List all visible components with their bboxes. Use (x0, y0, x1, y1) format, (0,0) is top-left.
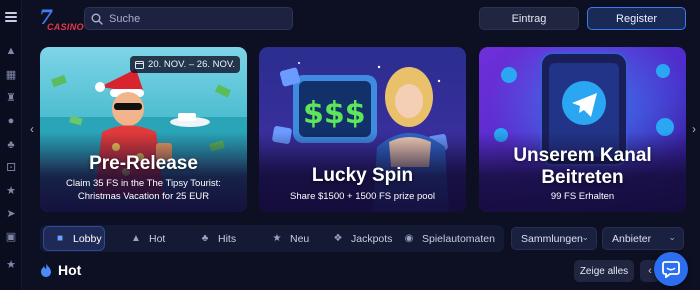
rocket-icon[interactable]: ➤ (4, 207, 18, 221)
info-icon[interactable]: ▣ (4, 230, 18, 244)
banner-title: Unserem Kanal (513, 145, 652, 166)
cards-icon[interactable]: ♣ (4, 138, 18, 152)
slots-icon: ◉ (404, 232, 414, 244)
live-chat-button[interactable] (654, 252, 688, 286)
date-badge: 20. NOV. – 26. NOV. (130, 56, 240, 73)
trophy-icon[interactable]: ♜ (4, 91, 18, 105)
tab-label: Neu (290, 232, 310, 245)
tab-hot[interactable]: ▲ Hot (130, 225, 165, 252)
banner-subtitle: Christmas Vacation for 25 EUR (77, 191, 210, 202)
gift-icon[interactable]: ★ (4, 258, 18, 272)
tab-jackpots[interactable]: ❖ Jackpots (332, 225, 393, 252)
tab-lobby[interactable]: ■ Lobby (43, 226, 105, 251)
dropdown-label: Sammlungen (521, 232, 583, 245)
svg-text:$$$: $$$ (303, 96, 366, 131)
search-icon (91, 13, 103, 25)
banner-subtitle: Claim 35 FS in the The Tipsy Tourist: (66, 178, 221, 189)
new-icon: ★ (272, 232, 282, 244)
casino-logo[interactable]: 7 CASINO (37, 5, 84, 35)
chevron-down-icon: ⌄ (581, 232, 589, 242)
tab-label: Hits (218, 232, 237, 245)
banner-title: Pre-Release (89, 153, 198, 174)
logo-word: CASINO (47, 22, 84, 32)
search-box[interactable] (84, 7, 293, 30)
section-title-text: Hot (58, 262, 82, 278)
hot-section-title: Hot (40, 262, 81, 278)
fire-icon (41, 263, 51, 277)
fire-icon: ▲ (131, 232, 141, 244)
banner-subtitle: 99 FS Erhalten (550, 191, 615, 202)
tab-hits[interactable]: ♣ Hits (199, 225, 236, 252)
banner-subtitle: Share $1500 + 1500 FS prize pool (290, 191, 435, 202)
tab-label: Spielautomaten (422, 232, 495, 245)
collections-dropdown[interactable]: Sammlungen ⌄ (511, 227, 597, 250)
star-icon[interactable]: ★ (4, 184, 18, 198)
chat-icon (662, 261, 680, 278)
category-tabs: ■ Lobby ▲ Hot ♣ Hits ★ Neu ❖ Jackpots ◉ … (40, 225, 504, 252)
providers-dropdown[interactable]: Anbieter ⌄ (602, 227, 684, 250)
banner-pre-release[interactable]: 20. NOV. – 26. NOV. Pre-Release Claim 35… (40, 47, 247, 212)
tab-label: Lobby (73, 232, 102, 245)
coin-icon[interactable]: ● (4, 114, 18, 128)
dropdown-label: Anbieter (612, 232, 652, 245)
calendar-icon (135, 61, 145, 69)
banner-lucky-spin[interactable]: $$$ Lucky Spin Share $1500 + 1500 FS pri… (259, 47, 466, 212)
carousel-next-icon[interactable]: › (689, 122, 699, 136)
tab-slots[interactable]: ◉ Spielautomaten (403, 225, 495, 252)
carousel-prev-icon[interactable]: ‹ (27, 122, 37, 136)
tab-new[interactable]: ★ Neu (271, 225, 310, 252)
search-input[interactable] (109, 12, 289, 25)
fire-icon[interactable]: ▲ (4, 44, 18, 58)
tab-label: Jackpots (351, 232, 393, 245)
grid-icon[interactable]: ▦ (4, 68, 18, 82)
date-badge-text: 20. NOV. – 26. NOV. (148, 59, 235, 70)
dice-icon[interactable]: ⚀ (4, 161, 18, 175)
login-button[interactable]: Eintrag (479, 7, 579, 30)
hits-icon: ♣ (201, 232, 209, 244)
lobby-icon: ■ (56, 232, 64, 244)
chevron-down-icon: ⌄ (668, 232, 676, 242)
menu-icon[interactable] (5, 12, 17, 22)
left-sidebar: ▲ ▦ ♜ ● ♣ ⚀ ★ ➤ ▣ ★ (0, 0, 22, 290)
banner-title: Beitreten (541, 167, 624, 188)
show-all-button[interactable]: Zeige alles (574, 260, 634, 282)
jackpot-icon: ❖ (333, 232, 343, 244)
register-button[interactable]: Register (587, 7, 686, 30)
tab-label: Hot (149, 232, 166, 245)
banner-telegram-channel[interactable]: Unserem Kanal Beitreten 99 FS Erhalten (479, 47, 686, 212)
banner-title: Lucky Spin (311, 165, 414, 186)
